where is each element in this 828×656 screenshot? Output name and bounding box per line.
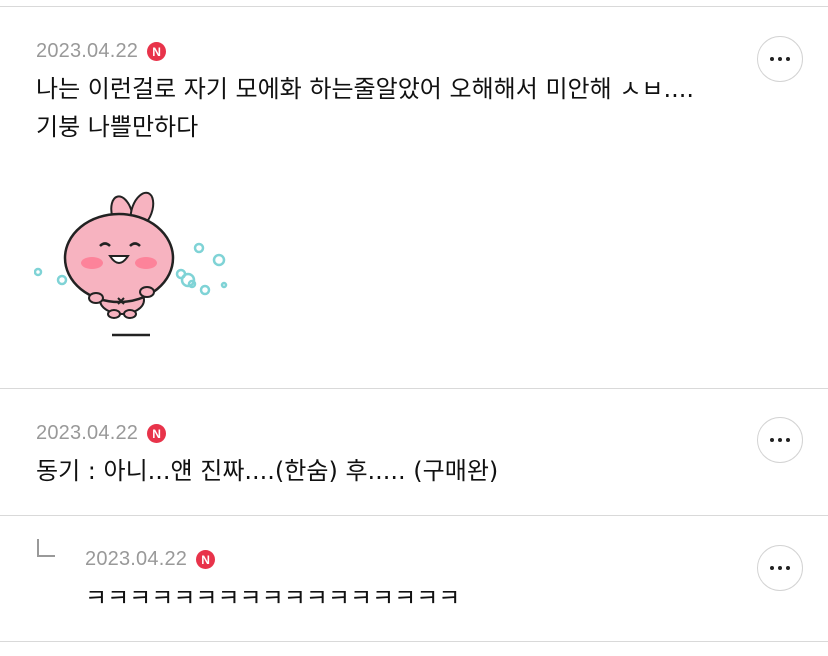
comment-divider bbox=[0, 515, 828, 516]
comment-date: 2023.04.22 bbox=[36, 40, 139, 62]
bottom-divider bbox=[0, 641, 828, 642]
comment-date: 2023.04.22 bbox=[85, 548, 188, 570]
new-badge-icon: N bbox=[147, 42, 167, 61]
comment-text: ㅋㅋㅋㅋㅋㅋㅋㅋㅋㅋㅋㅋㅋㅋㅋㅋㅋ bbox=[85, 579, 460, 617]
comment-text-line: 동기 : 아니...얜 진짜....(한숨) 후..... (구매완) bbox=[36, 457, 499, 485]
new-badge-icon: N bbox=[196, 550, 216, 569]
pink-bunny-sticker bbox=[34, 191, 228, 337]
comment-meta: 2023.04.22 N bbox=[85, 548, 216, 571]
more-options-icon bbox=[770, 438, 774, 442]
comment-text-line: 기붕 나쁠만하다 bbox=[36, 113, 199, 141]
more-options-button[interactable] bbox=[757, 36, 803, 82]
new-badge-icon: N bbox=[147, 424, 167, 443]
more-options-button[interactable] bbox=[757, 545, 803, 591]
more-options-button[interactable] bbox=[757, 417, 803, 463]
comment-text: 나는 이런걸로 자기 모에화 하는줄알았어 오해해서 미안해 ㅅㅂ.... 기붕… bbox=[36, 70, 694, 146]
comment-divider bbox=[0, 388, 828, 389]
comment-text-line: 나는 이런걸로 자기 모에화 하는줄알았어 오해해서 미안해 ㅅㅂ.... bbox=[36, 75, 694, 103]
more-options-icon bbox=[770, 566, 774, 570]
comment-date: 2023.04.22 bbox=[36, 422, 139, 444]
comment-text: 동기 : 아니...얜 진짜....(한숨) 후..... (구매완) bbox=[36, 452, 498, 490]
reply-arrow-icon bbox=[37, 539, 55, 557]
comment-meta: 2023.04.22 N bbox=[36, 40, 167, 63]
comment-text-line: ㅋㅋㅋㅋㅋㅋㅋㅋㅋㅋㅋㅋㅋㅋㅋㅋㅋ bbox=[85, 584, 461, 612]
top-divider bbox=[0, 6, 828, 7]
more-options-icon bbox=[770, 57, 774, 61]
comment-meta: 2023.04.22 N bbox=[36, 422, 167, 445]
